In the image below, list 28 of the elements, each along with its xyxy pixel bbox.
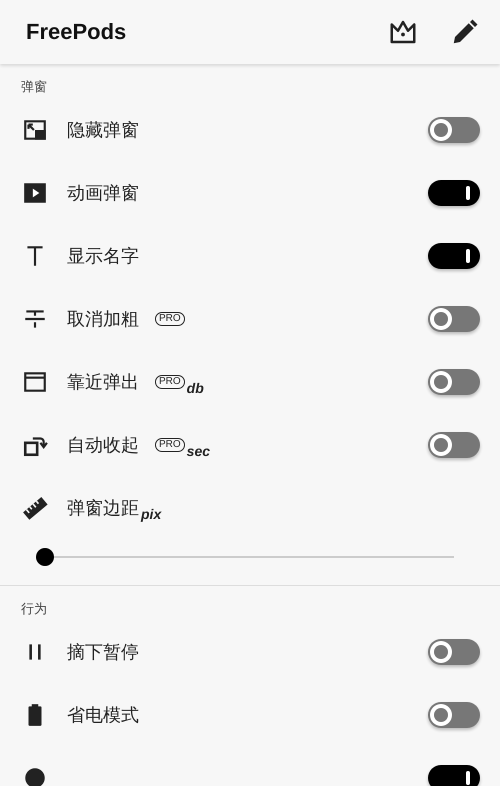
toggle-switch[interactable]: [428, 180, 480, 206]
setting-label: 弹窗边距: [67, 496, 139, 520]
unit-label: pix: [141, 506, 162, 522]
setting-label: 靠近弹出: [67, 370, 139, 394]
setting-label: 显示名字: [67, 244, 139, 268]
section-header: 弹窗: [20, 79, 48, 97]
setting-label: 动画弹窗: [67, 182, 139, 204]
app-title: FreePods: [26, 19, 128, 45]
toggle-switch[interactable]: [428, 306, 480, 332]
toggle-switch[interactable]: [428, 116, 480, 142]
pro-badge: PRO: [155, 374, 185, 388]
toggle-switch[interactable]: [428, 638, 480, 664]
slider-thumb[interactable]: [36, 548, 54, 566]
toggle-switch[interactable]: [428, 368, 480, 394]
pro-badge: PRO: [155, 438, 185, 452]
toggle-switch[interactable]: [428, 432, 480, 458]
unit-label: db: [186, 380, 204, 396]
setting-label: 省电模式: [67, 704, 139, 726]
setting-label: 取消加粗: [67, 308, 139, 330]
unit-label: sec: [186, 442, 210, 458]
setting-label: 摘下暂停: [67, 640, 139, 664]
section-header: 行为: [20, 601, 48, 619]
setting-label: 自动收起: [67, 434, 139, 456]
toggle-switch[interactable]: [428, 764, 480, 786]
toggle-switch[interactable]: [428, 702, 480, 728]
toggle-switch[interactable]: [428, 242, 480, 268]
setting-label: 隐藏弹窗: [67, 118, 139, 142]
pro-badge: PRO: [155, 312, 185, 326]
